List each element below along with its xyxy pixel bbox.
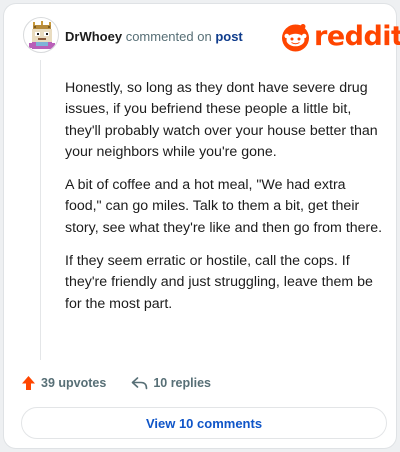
- upvote-count: 39 upvotes: [41, 376, 107, 390]
- comment-actions: 39 upvotes 10 replies: [21, 372, 211, 394]
- comment-paragraph: A bit of coffee and a hot meal, "We had …: [65, 177, 383, 236]
- pixel-avatar-icon: [29, 21, 55, 49]
- comment-paragraph: Honestly, so long as they dont have seve…: [65, 80, 378, 160]
- header-action-text: commented on: [125, 29, 212, 44]
- thread-line: [40, 60, 41, 360]
- reddit-logo[interactable]: reddit: [280, 21, 400, 53]
- view-comments-label: View 10 comments: [145, 415, 263, 431]
- replies-count: 10 replies: [153, 376, 211, 390]
- post-link[interactable]: post: [215, 29, 242, 44]
- reddit-wordmark: reddit: [314, 21, 400, 52]
- upvote-arrow-icon: [22, 376, 35, 390]
- comment-body: Honestly, so long as they dont have seve…: [65, 78, 385, 327]
- view-comments-button[interactable]: View 10 comments: [21, 407, 387, 439]
- replies-button[interactable]: 10 replies: [131, 376, 211, 390]
- comment-paragraph: If they seem erratic or hostile, call th…: [65, 253, 373, 312]
- reply-arrow-icon: [132, 377, 148, 390]
- username-link[interactable]: DrWhoey: [65, 29, 122, 44]
- user-avatar[interactable]: [23, 17, 59, 53]
- comment-card: DrWhoey commented on post reddit Honestl…: [4, 4, 400, 448]
- upvote-button[interactable]: 39 upvotes: [21, 375, 106, 391]
- reddit-snoo-icon: [282, 24, 309, 52]
- comment-header: DrWhoey commented on post: [65, 29, 243, 44]
